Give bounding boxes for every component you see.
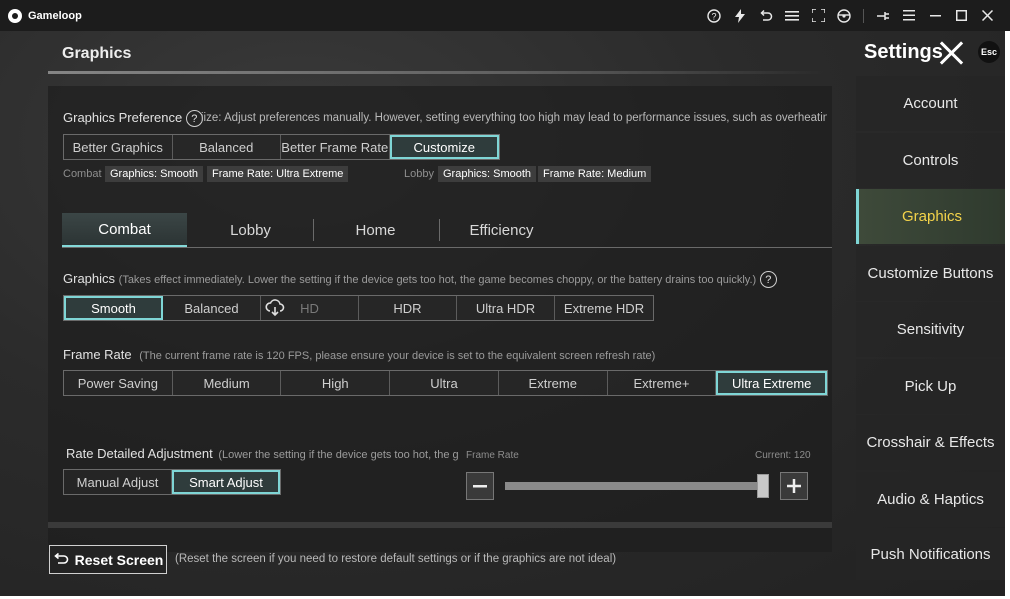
smart-adjust-option[interactable]: Smart Adjust (172, 470, 280, 494)
rate-adjustment-selector: Manual Adjust Smart Adjust (63, 469, 281, 495)
frame-rate-description: (The current frame rate is 120 FPS, plea… (139, 350, 656, 362)
mode-tabs: Combat Lobby Home Efficiency (62, 213, 832, 247)
frame-rate-slider-fill (505, 482, 763, 490)
frame-rate-ultra[interactable]: Ultra (390, 371, 499, 395)
graphics-quality-selector: Smooth Balanced HD HDR Ultra HDR Extreme… (63, 295, 654, 321)
fullscreen-icon[interactable] (805, 6, 831, 26)
tab-home[interactable]: Home (313, 213, 438, 247)
frame-rate-slider-track[interactable] (505, 482, 768, 490)
frame-rate-selector: Power Saving Medium High Ultra Extreme E… (63, 370, 828, 396)
tab-efficiency[interactable]: Efficiency (439, 213, 564, 247)
sidebar-item-graphics[interactable]: Graphics (856, 189, 1005, 244)
graphics-hd[interactable]: HD (261, 296, 359, 320)
graphics-smooth[interactable]: Smooth (64, 296, 163, 320)
lobby-frame-rate-tag: Frame Rate: Medium (538, 166, 652, 182)
frame-rate-slider-thumb[interactable] (756, 474, 769, 498)
frame-rate-power-saving[interactable]: Power Saving (64, 371, 173, 395)
increase-frame-rate-button[interactable] (780, 472, 808, 500)
preference-customize[interactable]: Customize (389, 135, 499, 159)
maximize-icon[interactable] (948, 6, 974, 26)
steering-icon[interactable] (831, 6, 857, 26)
panel-footer-bar (48, 522, 832, 528)
minimize-icon[interactable] (922, 6, 948, 26)
settings-title: Settings (864, 41, 943, 63)
combat-graphics-tag: Graphics: Smooth (105, 166, 204, 182)
reset-screen-label: Reset Screen (74, 551, 164, 568)
settings-screen: Graphics Settings Esc Graphics Preferenc… (0, 31, 1005, 596)
combat-frame-rate-tag: Frame Rate: Ultra Extreme (207, 166, 349, 182)
lobby-graphics-tag: Graphics: Smooth (438, 166, 537, 182)
graphics-extreme-hdr[interactable]: Extreme HDR (555, 296, 653, 320)
close-settings-icon[interactable] (938, 40, 964, 66)
graphics-preference-selector: Better Graphics Balanced Better Frame Ra… (63, 134, 500, 160)
graphics-hd-label: HD (300, 300, 319, 316)
titlebar-controls: ? (701, 0, 1000, 31)
frame-rate-ultra-extreme[interactable]: Ultra Extreme (716, 371, 828, 395)
rate-adjustment-label-text: Rate Detailed Adjustment (66, 446, 213, 461)
list-icon[interactable] (779, 6, 805, 26)
sidebar-item-sensitivity[interactable]: Sensitivity (856, 302, 1005, 357)
combat-summary-label: Combat (63, 168, 102, 180)
svg-text:?: ? (711, 11, 716, 21)
tabs-underline (62, 247, 832, 248)
tab-combat[interactable]: Combat (62, 213, 187, 247)
rate-adjustment-description: (Lower the setting if the device gets to… (218, 449, 458, 461)
manual-adjust-option[interactable]: Manual Adjust (64, 470, 172, 494)
back-icon[interactable] (753, 6, 779, 26)
sidebar-item-account[interactable]: Account (856, 76, 1005, 131)
preference-better-graphics[interactable]: Better Graphics (64, 135, 173, 159)
help-icon[interactable]: ? (701, 6, 727, 26)
pin-icon[interactable] (870, 6, 896, 26)
reset-description: (Reset the screen if you need to restore… (175, 553, 617, 565)
sidebar-item-push-notifications[interactable]: Push Notifications (856, 528, 1005, 580)
frame-rate-extreme-plus[interactable]: Extreme+ (608, 371, 717, 395)
page-title: Graphics (62, 45, 132, 62)
rate-adjustment-label: Rate Detailed Adjustment (Lower the sett… (66, 446, 458, 461)
graphics-balanced[interactable]: Balanced (163, 296, 261, 320)
sidebar-item-customize-buttons[interactable]: Customize Buttons (856, 246, 1005, 301)
sidebar-item-pick-up[interactable]: Pick Up (856, 359, 1005, 414)
undo-icon (53, 552, 69, 568)
preference-balanced[interactable]: Balanced (173, 135, 281, 159)
decrease-frame-rate-button[interactable] (466, 472, 494, 500)
close-icon[interactable] (974, 6, 1000, 26)
slider-current-value: Current: 120 (755, 450, 811, 461)
app-title: Gameloop (28, 9, 82, 22)
lightning-icon[interactable] (727, 6, 753, 26)
help-icon[interactable]: ? (759, 271, 777, 289)
frame-rate-extreme[interactable]: Extreme (499, 371, 608, 395)
menu-icon[interactable] (896, 6, 922, 26)
preference-better-frame-rate[interactable]: Better Frame Rate (281, 135, 390, 159)
frame-rate-label-text: Frame Rate (63, 347, 132, 362)
frame-rate-medium[interactable]: Medium (173, 371, 282, 395)
tab-lobby[interactable]: Lobby (188, 213, 313, 247)
graphics-preference-label: Graphics Preference ? (63, 110, 203, 128)
esc-button[interactable]: Esc (978, 41, 1000, 63)
lobby-summary-label: Lobby (404, 168, 434, 180)
graphics-label: Graphics (Takes effect immediately. Lowe… (63, 271, 777, 289)
header-divider (48, 71, 828, 74)
sidebar-item-controls[interactable]: Controls (856, 133, 1005, 188)
graphics-preference-description: iize: Adjust preferences manually. Howev… (201, 112, 827, 124)
cloud-download-icon (265, 299, 285, 320)
graphics-preference-text: Graphics Preference (63, 110, 183, 125)
title-bar: Gameloop ? (0, 0, 1010, 31)
gameloop-logo-icon (8, 8, 22, 23)
reset-screen-button[interactable]: Reset Screen (49, 545, 167, 574)
graphics-label-text: Graphics (63, 271, 116, 286)
window-right-edge (1005, 31, 1010, 599)
minus-icon (473, 485, 487, 488)
sidebar-item-audio-haptics[interactable]: Audio & Haptics (856, 472, 1005, 527)
titlebar-divider (863, 8, 864, 23)
graphics-hdr[interactable]: HDR (359, 296, 457, 320)
frame-rate-label: Frame Rate (The current frame rate is 12… (63, 347, 655, 362)
graphics-ultra-hdr[interactable]: Ultra HDR (457, 296, 555, 320)
frame-rate-high[interactable]: High (281, 371, 391, 395)
graphics-description: (Takes effect immediately. Lower the set… (118, 274, 757, 286)
slider-frame-rate-label: Frame Rate (466, 450, 519, 461)
sidebar-item-crosshair-effects[interactable]: Crosshair & Effects (856, 415, 1005, 470)
plus-icon (787, 479, 801, 493)
